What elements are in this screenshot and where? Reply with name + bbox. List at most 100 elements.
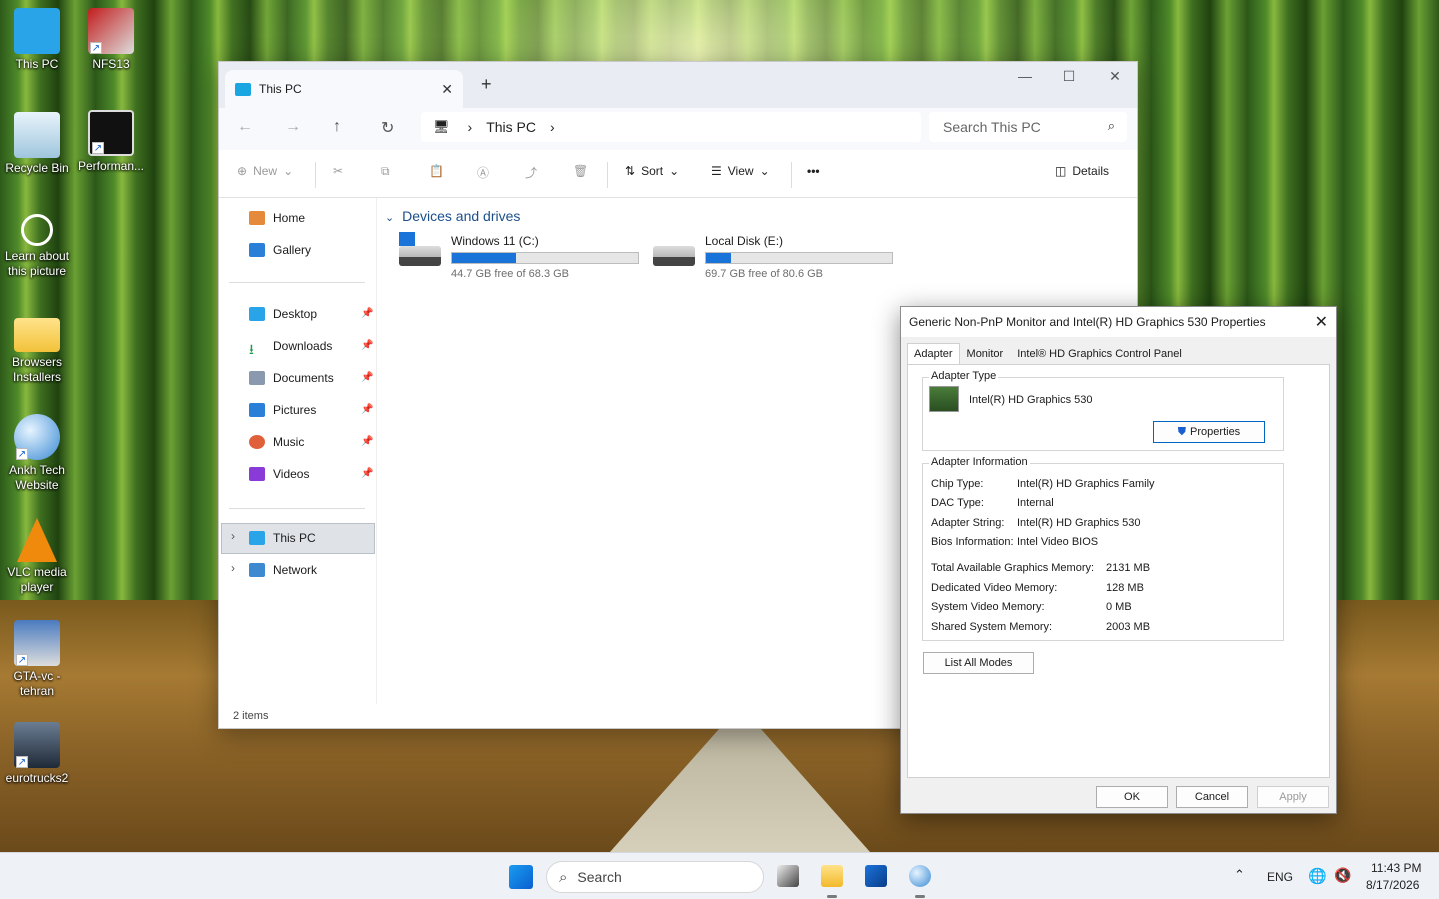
nav-item-network[interactable]: Network (249, 560, 317, 580)
file-explorer-icon[interactable] (821, 865, 843, 887)
nav-item-desktop[interactable]: Desktop (249, 304, 317, 324)
speaker-muted-icon[interactable]: 🔇 (1334, 867, 1351, 884)
address-bar[interactable]: 🖥 › This PC › (421, 112, 921, 142)
copy-icon[interactable]: ⧉ (381, 164, 390, 179)
pin-icon: 📌 (361, 468, 374, 479)
desktop-icon-vlc[interactable]: VLC media player (0, 518, 74, 595)
desktop-icon-label: This PC (15, 57, 59, 71)
new-label: New (253, 164, 278, 178)
refresh-icon[interactable]: ↻ (381, 118, 394, 138)
search-input[interactable]: Search This PC (943, 119, 1041, 135)
drive-e[interactable]: Local Disk (E:) 69.7 GB free of 80.6 GB (653, 232, 903, 280)
sort-button[interactable]: ⇅ Sort ⌄ (625, 164, 679, 178)
divider (791, 162, 792, 188)
taskbar-search[interactable]: ⌕ Search (546, 861, 764, 893)
task-view-icon[interactable] (777, 865, 799, 887)
adapter-properties-button[interactable]: ⛊ Properties (1153, 421, 1265, 443)
close-window-button[interactable]: ✕ (1105, 68, 1125, 85)
new-tab-button[interactable]: + (481, 74, 492, 95)
share-icon[interactable]: ⤴ (525, 164, 537, 181)
cancel-button[interactable]: Cancel (1176, 786, 1248, 808)
shortcut-arrow-icon: ↗ (90, 42, 102, 54)
desktop-icon-nfs13[interactable]: ↗ NFS13 (74, 8, 148, 72)
shortcut-arrow-icon: ↗ (16, 756, 28, 768)
memory-value: 0 MB (1106, 601, 1132, 613)
taskbar-search-input[interactable]: Search (577, 869, 621, 885)
maximize-button[interactable]: ☐ (1059, 68, 1079, 85)
close-dialog-button[interactable]: ✕ (1315, 312, 1328, 332)
desktop-icon-this-pc[interactable]: This PC (0, 8, 74, 72)
up-arrow-icon[interactable]: ↑ (333, 118, 341, 136)
details-button[interactable]: ◫ Details (1055, 164, 1109, 178)
language-indicator[interactable]: ENG (1267, 870, 1293, 884)
desktop-icon-learn-picture[interactable]: Learn about this picture (0, 214, 74, 279)
more-options-button[interactable]: ••• (807, 164, 820, 178)
start-windows-icon[interactable] (509, 865, 533, 889)
nav-item-documents[interactable]: Documents (249, 368, 334, 388)
section-header[interactable]: ⌄ Devices and drives (385, 208, 520, 224)
apply-button[interactable]: Apply (1257, 786, 1329, 808)
shortcut-arrow-icon: ↗ (16, 654, 28, 666)
nav-item-this-pc[interactable]: This PC (249, 528, 316, 548)
tab-intel-control-panel[interactable]: Intel® HD Graphics Control Panel (1010, 343, 1189, 365)
desktop-icon-browsers-installers[interactable]: Browsers Installers (0, 318, 74, 385)
section-title: Devices and drives (402, 208, 521, 224)
tab-this-pc[interactable]: This PC ✕ (225, 70, 463, 108)
forward-arrow-icon[interactable]: → (285, 118, 301, 136)
chevron-right-icon[interactable]: › (231, 529, 235, 543)
nav-item-pictures[interactable]: Pictures (249, 400, 316, 420)
globe-network-icon[interactable]: 🌐 (1308, 867, 1327, 885)
nav-item-home[interactable]: Home (249, 208, 305, 228)
divider (315, 162, 316, 188)
adapter-type-group: Adapter Type Intel(R) HD Graphics 530 ⛊ … (922, 370, 1284, 451)
nav-item-videos[interactable]: Videos (249, 464, 309, 484)
list-all-modes-button[interactable]: List All Modes (923, 652, 1034, 674)
close-tab-icon[interactable]: ✕ (441, 81, 453, 98)
shortcut-arrow-icon: ↗ (92, 142, 104, 154)
info-camera-icon (21, 214, 53, 246)
desktop-icon-recycle-bin[interactable]: Recycle Bin (0, 112, 74, 176)
clock-date[interactable]: 8/17/2026 (1366, 878, 1419, 892)
monitor-icon: 🖥 (433, 119, 450, 134)
info-value: Intel(R) HD Graphics 530 (1017, 517, 1141, 529)
back-arrow-icon[interactable]: ← (237, 118, 253, 136)
display-settings-icon[interactable] (909, 865, 931, 887)
nav-item-downloads[interactable]: ⭳ Downloads (249, 336, 332, 357)
view-label: View (727, 164, 754, 178)
divider (607, 162, 608, 188)
chevron-up-icon[interactable]: ⌃ (1234, 867, 1245, 883)
tab-adapter[interactable]: Adapter (907, 343, 960, 365)
chevron-right-icon[interactable]: › (550, 119, 555, 135)
taskbar: ⌕ Search ⌃ ENG 🌐 🔇 11:43 PM 8/17/2026 (0, 852, 1439, 899)
nav-label: Gallery (273, 243, 312, 257)
desktop-icon-performance[interactable]: ↗ Performan... (74, 110, 148, 174)
hard-drive-icon (399, 246, 441, 266)
desktop-icon-gta-vc[interactable]: ↗ GTA-vc - tehran (0, 620, 74, 699)
view-button[interactable]: ☰ View ⌄ (711, 164, 770, 178)
desktop-icon-ankh-tech[interactable]: ↗ Ankh Tech Website (0, 414, 74, 493)
details-pane-icon: ◫ (1055, 164, 1067, 178)
group-label: Adapter Information (929, 456, 1030, 468)
vlc-cone-icon (17, 518, 57, 562)
tab-monitor[interactable]: Monitor (960, 343, 1011, 365)
new-button[interactable]: ⊕ New ⌄ (237, 164, 293, 178)
chevron-right-icon[interactable]: › (231, 561, 235, 575)
breadcrumb[interactable]: This PC (486, 119, 536, 135)
details-label: Details (1072, 164, 1110, 178)
desktop-icon-eurotrucks2[interactable]: ↗ eurotrucks2 (0, 722, 74, 786)
nav-label: Desktop (273, 307, 318, 321)
drive-c[interactable]: Windows 11 (C:) 44.7 GB free of 68.3 GB (399, 232, 649, 280)
rename-icon[interactable]: Ⓐ (477, 164, 489, 181)
folder-icon (14, 318, 60, 352)
nav-item-music[interactable]: Music (249, 432, 304, 452)
search-box[interactable]: Search This PC ⌕ (929, 112, 1127, 142)
ok-button[interactable]: OK (1096, 786, 1168, 808)
minimize-button[interactable]: — (1015, 68, 1035, 84)
drive-usage-bar (451, 252, 639, 264)
microsoft-store-icon[interactable] (865, 865, 887, 887)
cut-icon[interactable]: ✂ (333, 164, 343, 178)
delete-icon[interactable]: 🗑 (573, 164, 588, 178)
clock-time[interactable]: 11:43 PM (1371, 861, 1421, 875)
nav-item-gallery[interactable]: Gallery (249, 240, 311, 260)
paste-icon[interactable]: 📋 (429, 164, 444, 178)
